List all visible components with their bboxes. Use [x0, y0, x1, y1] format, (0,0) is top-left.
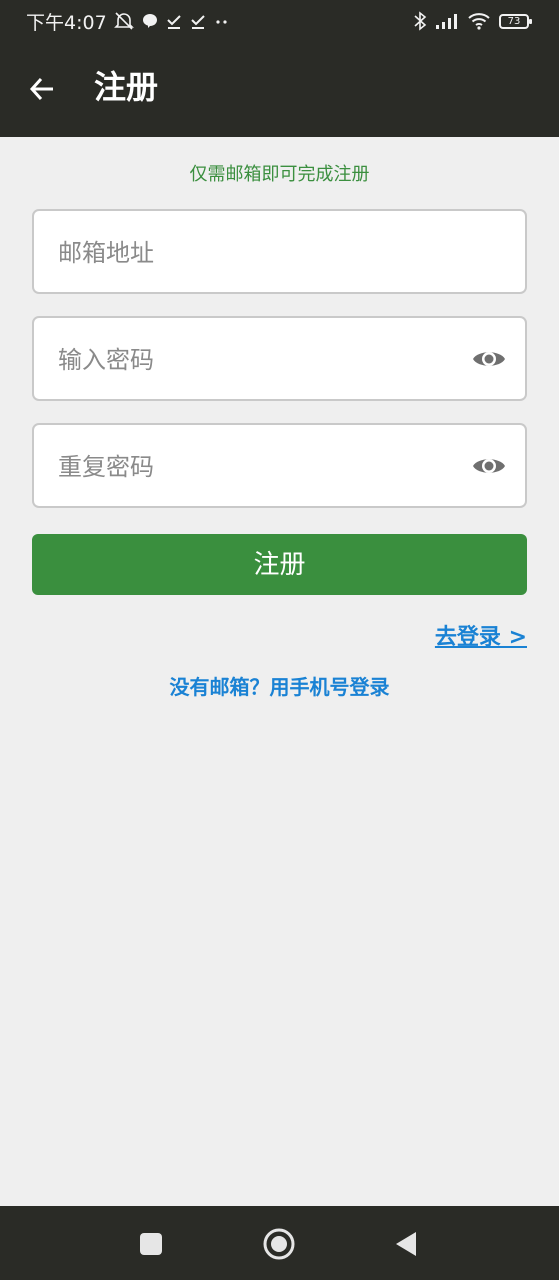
eye-icon — [473, 459, 505, 473]
download-done-icon — [190, 15, 205, 29]
password-field-container — [32, 316, 527, 401]
toggle-password-visibility[interactable] — [471, 344, 507, 374]
app-bar: 注册 — [0, 40, 559, 137]
repeat-password-field-container — [32, 423, 527, 508]
home-circle-icon — [263, 1228, 295, 1260]
signal-icon — [436, 14, 457, 29]
phone-login-link[interactable]: 没有邮箱？用手机号登录 — [0, 673, 559, 701]
eye-icon — [473, 352, 505, 366]
mute-icon — [113, 12, 134, 30]
top-area: 下午4:07 73 注册 — [0, 0, 559, 137]
download-done-icon — [166, 15, 181, 29]
go-login-link[interactable]: 去登录 > — [435, 622, 527, 654]
back-nav-button[interactable] — [384, 1222, 428, 1266]
battery-level: 73 — [507, 15, 521, 27]
email-input[interactable] — [56, 211, 470, 294]
page-title: 注册 — [94, 68, 159, 106]
bluetooth-icon — [414, 11, 427, 31]
status-left: 下午4:07 — [26, 9, 231, 34]
toggle-repeat-password-visibility[interactable] — [471, 451, 507, 481]
recent-apps-button[interactable] — [129, 1222, 173, 1266]
chat-icon — [142, 14, 157, 28]
status-bar: 下午4:07 73 — [0, 0, 559, 40]
register-hint: 仅需邮箱即可完成注册 — [189, 164, 370, 185]
square-icon — [140, 1233, 162, 1255]
more-dots-icon — [216, 20, 227, 24]
register-button[interactable]: 注册 — [32, 534, 527, 595]
email-field-container — [32, 209, 527, 294]
battery-icon: 73 — [499, 13, 532, 29]
home-button[interactable] — [257, 1222, 301, 1266]
arrow-left-icon — [29, 77, 53, 101]
repeat-password-input[interactable] — [56, 425, 470, 508]
password-input[interactable] — [56, 318, 470, 401]
status-right: 73 — [413, 9, 532, 33]
triangle-back-icon — [396, 1232, 416, 1256]
system-nav-bar — [0, 1206, 559, 1280]
status-time: 下午4:07 — [26, 11, 107, 34]
wifi-icon — [468, 13, 490, 30]
back-button[interactable] — [18, 65, 66, 113]
